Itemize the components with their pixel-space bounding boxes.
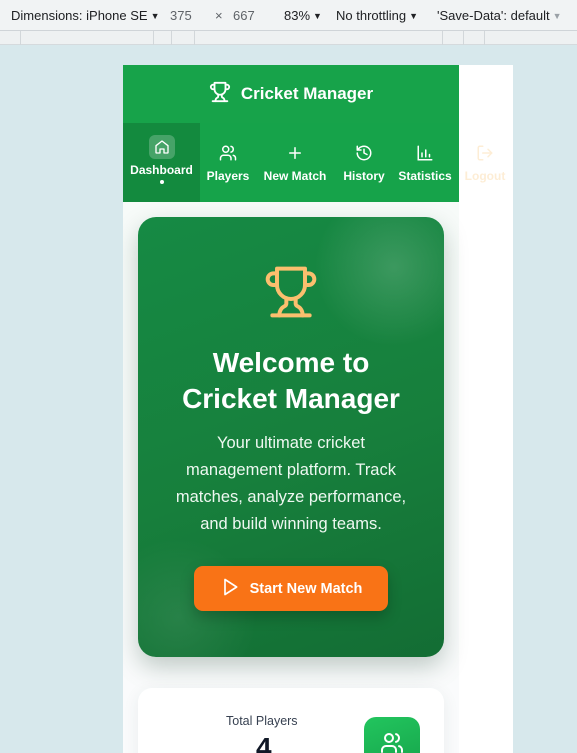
welcome-hero-card: Welcome to Cricket Manager Your ultimate… bbox=[138, 217, 444, 657]
total-players-value: 4 bbox=[256, 732, 272, 753]
zoom-dropdown[interactable]: 83% ▼ bbox=[284, 8, 322, 23]
nav-statistics-label: Statistics bbox=[398, 169, 452, 183]
nav-dashboard-label: Dashboard bbox=[130, 163, 193, 177]
caret-down-icon: ▼ bbox=[552, 11, 562, 21]
trophy-icon bbox=[263, 263, 319, 326]
media-query-ruler[interactable] bbox=[0, 31, 577, 45]
hero-description: Your ultimate cricket management platfor… bbox=[166, 430, 416, 538]
caret-down-icon: ▼ bbox=[313, 11, 322, 21]
dimensions-dropdown[interactable]: Dimensions: iPhone SE ▼ bbox=[11, 8, 160, 23]
dimensions-label: Dimensions: iPhone SE bbox=[11, 8, 148, 23]
zoom-label: 83% bbox=[284, 8, 311, 23]
nav-statistics[interactable]: Statistics bbox=[394, 123, 456, 202]
users-icon bbox=[219, 142, 237, 164]
hero-text-line3: matches, analyze performance, bbox=[175, 488, 407, 506]
throttling-label: No throttling bbox=[336, 8, 407, 23]
caret-down-icon: ▼ bbox=[409, 11, 419, 21]
home-icon bbox=[148, 135, 175, 159]
caret-down-icon: ▼ bbox=[150, 11, 160, 21]
hero-heading: Welcome to Cricket Manager bbox=[138, 345, 444, 417]
plus-icon bbox=[286, 142, 304, 164]
bar-chart-icon bbox=[416, 142, 434, 164]
devtools-device-toolbar: Dimensions: iPhone SE ▼ 375 × 667 83% ▼ No… bbox=[0, 0, 577, 31]
width-input[interactable]: 375 bbox=[170, 8, 192, 23]
hero-text-line1: Your ultimate cricket bbox=[217, 434, 365, 452]
start-new-match-label: Start New Match bbox=[249, 580, 363, 597]
logout-icon bbox=[476, 142, 494, 164]
main-nav: Dashboard Players New Match History Stat… bbox=[123, 123, 513, 202]
hero-text-line2: management platform. Track bbox=[185, 461, 396, 479]
nav-history[interactable]: History bbox=[336, 123, 392, 202]
hero-heading-line1: Welcome to bbox=[212, 347, 370, 378]
height-input[interactable]: 667 bbox=[233, 8, 255, 23]
app-header: Cricket Manager bbox=[123, 65, 459, 123]
app-title: Cricket Manager bbox=[240, 84, 374, 103]
nav-logout-label: Logout bbox=[464, 169, 506, 183]
users-icon bbox=[364, 717, 420, 753]
nav-new-match[interactable]: New Match bbox=[259, 123, 331, 202]
start-new-match-button[interactable]: Start New Match bbox=[194, 566, 388, 611]
nav-players-label: Players bbox=[206, 169, 250, 183]
nav-logout[interactable]: Logout bbox=[461, 123, 509, 202]
total-players-card: Total Players 4 bbox=[138, 688, 444, 753]
hero-heading-line2: Cricket Manager bbox=[182, 383, 400, 414]
hero-text-line4: and build winning teams. bbox=[200, 515, 382, 533]
play-icon bbox=[220, 577, 240, 601]
history-icon bbox=[355, 142, 373, 164]
save-data-label: 'Save-Data': default bbox=[437, 8, 550, 23]
active-indicator bbox=[159, 180, 164, 184]
nav-players[interactable]: Players bbox=[200, 123, 256, 202]
nav-dashboard[interactable]: Dashboard bbox=[123, 123, 200, 202]
throttling-dropdown[interactable]: No throttling ▼ bbox=[336, 8, 418, 23]
save-data-dropdown[interactable]: 'Save-Data': default ▼ bbox=[437, 8, 562, 23]
total-players-label: Total Players bbox=[226, 714, 298, 728]
nav-history-label: History bbox=[343, 169, 385, 183]
nav-new-match-label: New Match bbox=[263, 169, 327, 183]
dimension-separator: × bbox=[215, 8, 223, 23]
trophy-icon bbox=[209, 81, 231, 108]
device-viewport: Cricket Manager Dashboard Players New Ma… bbox=[123, 65, 513, 753]
